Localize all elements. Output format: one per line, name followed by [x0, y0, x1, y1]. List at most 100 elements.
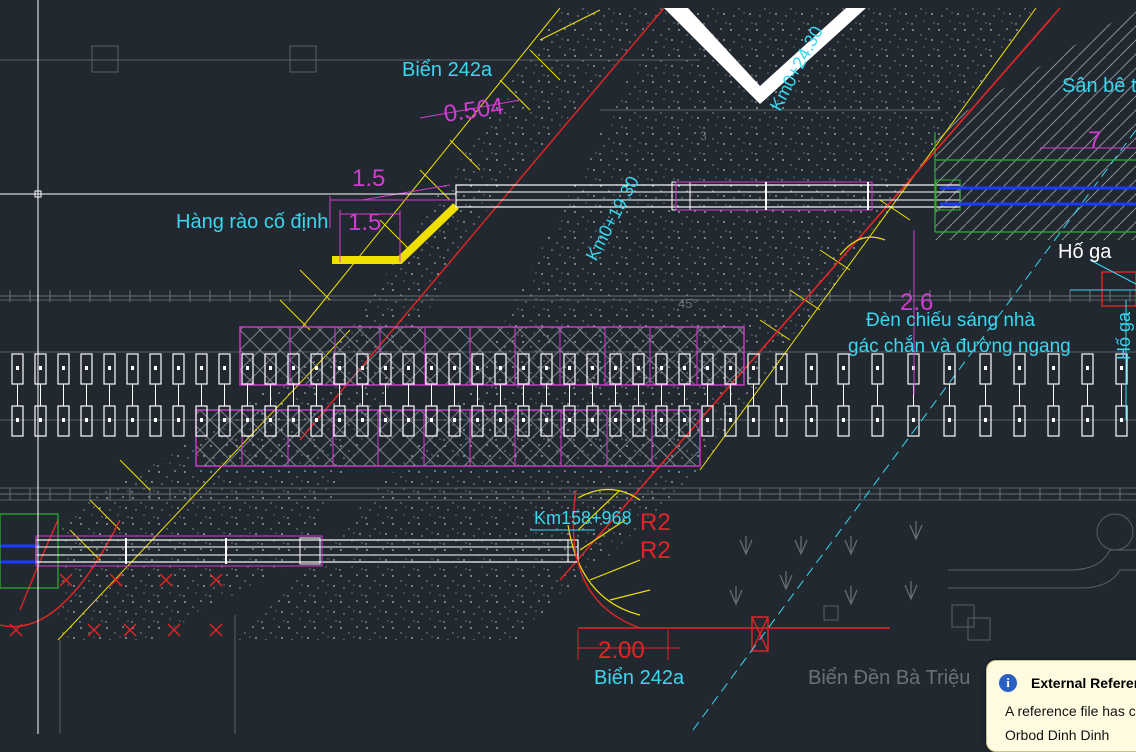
sleeper-bolt — [361, 418, 364, 422]
sleeper-bolt — [842, 418, 845, 422]
sleeper-bolt — [200, 366, 203, 370]
sleeper-bolt — [752, 418, 755, 422]
sleeper-bolt — [384, 418, 387, 422]
sleeper-bolt — [752, 366, 755, 370]
angle-45-label: 45° — [678, 296, 698, 311]
sleeper-bolt — [62, 418, 65, 422]
sleeper-bolt — [177, 366, 180, 370]
manhole-label-vertical[interactable]: Hố ga — [1114, 311, 1134, 360]
sleeper-bolt — [780, 366, 783, 370]
sleeper-bolt — [948, 418, 951, 422]
sleeper-bolt — [1086, 366, 1089, 370]
sleeper-bolt — [476, 418, 479, 422]
sleeper-bolt — [39, 366, 42, 370]
sleeper-bolt — [660, 418, 663, 422]
external-reference-notification[interactable]: i External Reference A reference file ha… — [986, 660, 1136, 752]
sleeper-bolt — [1018, 366, 1021, 370]
sleeper-bolt — [499, 366, 502, 370]
sleeper-bolt — [430, 366, 433, 370]
sleeper-bolt — [591, 366, 594, 370]
direction-arrows — [729, 521, 923, 606]
sleeper-bolt — [338, 366, 341, 370]
notification-title: External Reference — [1031, 675, 1136, 691]
sleeper-bolt — [292, 366, 295, 370]
sleeper-bolt — [177, 418, 180, 422]
fixed-fence-label[interactable]: Hàng rào cố định — [176, 211, 328, 233]
sleeper-bolt — [591, 418, 594, 422]
sleeper-bolt — [522, 366, 525, 370]
sleeper-bolt — [545, 366, 548, 370]
sleeper-bolt — [499, 418, 502, 422]
sleeper-bolt — [876, 418, 879, 422]
sleeper-bolt — [269, 366, 272, 370]
sleeper-bolt — [16, 418, 19, 422]
sleeper-bolt — [637, 366, 640, 370]
sleeper-bolt — [154, 366, 157, 370]
sleeper-bolt — [85, 418, 88, 422]
radius-r2b: R2 — [640, 537, 671, 564]
sleeper-bolt — [131, 418, 134, 422]
sleeper-bolt — [660, 366, 663, 370]
sleeper-bolt — [1086, 418, 1089, 422]
dimension-15a: 1.5 — [352, 165, 385, 192]
sleeper-bolt — [1052, 366, 1055, 370]
radius-r2a: R2 — [640, 509, 671, 536]
sleeper-bolt — [246, 418, 249, 422]
manhole-label[interactable]: Hố ga — [1058, 241, 1112, 263]
temple-sign-label[interactable]: Biển Đền Bà Triệu — [808, 667, 970, 689]
sleeper-bolt — [1018, 418, 1021, 422]
sleeper-bolt — [62, 366, 65, 370]
sleeper-bolt — [810, 418, 813, 422]
concrete-yard-label[interactable]: Sân bê tông — [1062, 75, 1136, 97]
sleeper-bolt — [453, 366, 456, 370]
sleeper-bolt — [246, 366, 249, 370]
sleeper-bolt — [706, 366, 709, 370]
sleeper-bolt — [39, 418, 42, 422]
sleeper-bolt — [361, 366, 364, 370]
sleeper-bolt — [568, 418, 571, 422]
sleeper-bolt — [948, 366, 951, 370]
sleeper-bolt — [315, 418, 318, 422]
sleeper-bolt — [131, 366, 134, 370]
sleeper-bolt — [1120, 366, 1123, 370]
sleeper-bolt — [108, 418, 111, 422]
sign-242a-bottom-label[interactable]: Biển 242a — [594, 667, 685, 689]
drawing-canvas[interactable]: Biển 242a 0.504 1.5 1.5 Hàng rào cố định… — [0, 0, 1136, 734]
sleeper-bolt — [637, 418, 640, 422]
dimension-26: 2.6 — [900, 289, 933, 316]
light-label-line1[interactable]: Đèn chiếu sáng nhà — [866, 310, 1035, 331]
sign-242a-top-label[interactable]: Biển 242a — [402, 59, 493, 81]
sleeper-bolt — [407, 418, 410, 422]
sleeper-bolt — [842, 366, 845, 370]
sleeper-bolt — [315, 366, 318, 370]
sleeper-bolt — [476, 366, 479, 370]
sleeper-bolt — [876, 366, 879, 370]
sleeper-bolt — [1120, 418, 1123, 422]
sleeper-bolt — [338, 418, 341, 422]
sleeper-bolt — [545, 418, 548, 422]
sleeper-bolt — [223, 366, 226, 370]
sleeper-bolt — [1052, 418, 1055, 422]
sleeper-bolt — [108, 366, 111, 370]
sleeper-bolt — [614, 366, 617, 370]
sleeper-bolt — [683, 418, 686, 422]
sleeper-bolt — [614, 418, 617, 422]
km-label-bottom[interactable]: Km158+968 — [534, 508, 632, 528]
sleeper-bolt — [292, 418, 295, 422]
dimension-7: 7 — [1088, 127, 1101, 154]
sleeper-bolt — [384, 366, 387, 370]
sleeper-bolt — [223, 418, 226, 422]
sleeper-bolt — [407, 366, 410, 370]
sleeper-bolt — [522, 418, 525, 422]
sleeper-bolt — [453, 418, 456, 422]
sleeper-bolt — [430, 418, 433, 422]
notification-message-2: Orbod Dinh Dinh — [1005, 727, 1110, 743]
sleeper-bolt — [912, 418, 915, 422]
sleeper-bolt — [706, 418, 709, 422]
sleeper-bolt — [810, 366, 813, 370]
light-label-line2[interactable]: gác chắn và đường ngang — [848, 335, 1071, 357]
sleeper-bolt — [85, 366, 88, 370]
sleeper-bolt — [16, 366, 19, 370]
sleeper-bolt — [154, 418, 157, 422]
dimension-15b: 1.5 — [348, 209, 381, 236]
